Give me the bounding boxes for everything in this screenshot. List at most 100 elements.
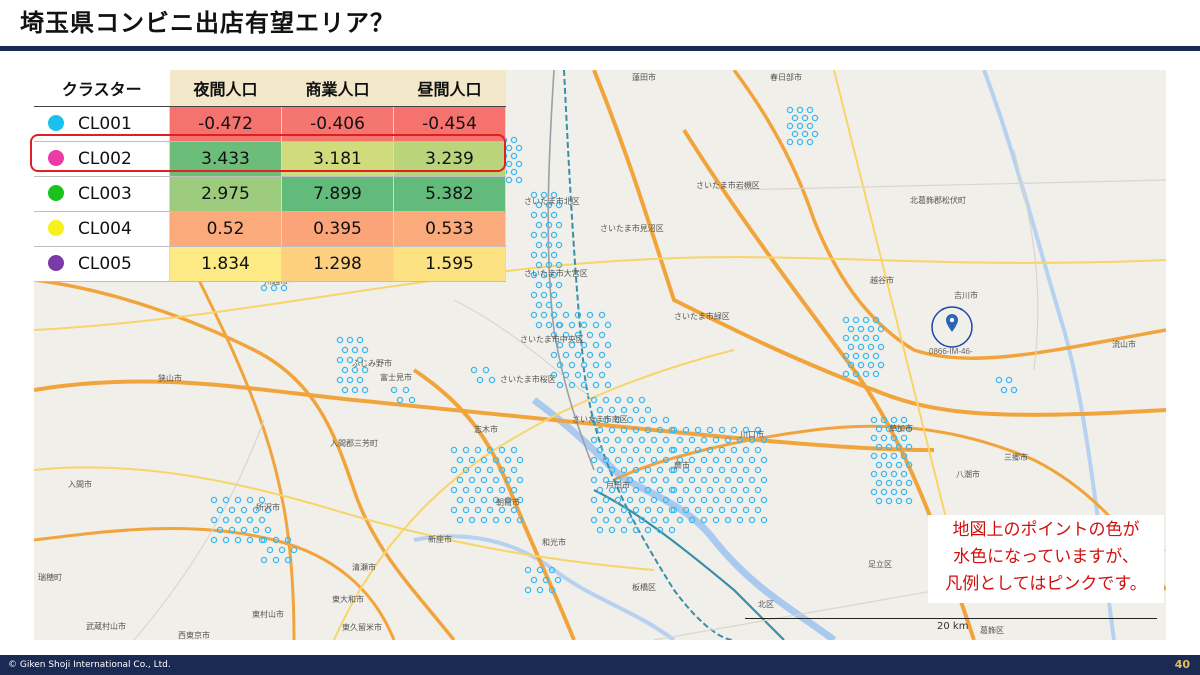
map-point[interactable]	[568, 321, 576, 329]
map-point[interactable]	[530, 251, 538, 259]
map-point[interactable]	[450, 486, 458, 494]
map-point[interactable]	[760, 516, 768, 524]
map-point[interactable]	[786, 138, 794, 146]
map-point[interactable]	[515, 144, 523, 152]
map-point[interactable]	[754, 446, 762, 454]
map-point[interactable]	[598, 351, 606, 359]
map-point[interactable]	[234, 536, 242, 544]
map-point[interactable]	[450, 446, 458, 454]
map-point[interactable]	[545, 281, 553, 289]
map-point[interactable]	[590, 516, 598, 524]
map-point[interactable]	[880, 452, 888, 460]
map-point[interactable]	[510, 506, 518, 514]
map-point[interactable]	[895, 497, 903, 505]
map-point[interactable]	[995, 376, 1003, 384]
map-point[interactable]	[270, 284, 278, 292]
map-point[interactable]	[662, 476, 670, 484]
map-point[interactable]	[402, 386, 410, 394]
map-point[interactable]	[540, 311, 548, 319]
map-point[interactable]	[632, 406, 640, 414]
map-point[interactable]	[694, 486, 702, 494]
map-point[interactable]	[524, 586, 532, 594]
map-point[interactable]	[488, 376, 496, 384]
map-point[interactable]	[530, 576, 538, 584]
map-point[interactable]	[336, 336, 344, 344]
map-point[interactable]	[662, 416, 670, 424]
map-point[interactable]	[712, 436, 720, 444]
map-point[interactable]	[877, 361, 885, 369]
map-point[interactable]	[638, 456, 646, 464]
map-point[interactable]	[905, 497, 913, 505]
map-point[interactable]	[590, 456, 598, 464]
map-point[interactable]	[574, 371, 582, 379]
map-point[interactable]	[656, 466, 664, 474]
map-point[interactable]	[554, 576, 562, 584]
map-point[interactable]	[604, 341, 612, 349]
map-point[interactable]	[336, 356, 344, 364]
map-point[interactable]	[505, 160, 513, 168]
map-point[interactable]	[604, 361, 612, 369]
map-point[interactable]	[540, 231, 548, 239]
map-point[interactable]	[580, 321, 588, 329]
map-point[interactable]	[650, 516, 658, 524]
map-point[interactable]	[900, 416, 908, 424]
map-point[interactable]	[602, 396, 610, 404]
map-point[interactable]	[341, 386, 349, 394]
map-point[interactable]	[694, 426, 702, 434]
map-point[interactable]	[867, 343, 875, 351]
map-point[interactable]	[885, 461, 893, 469]
map-point[interactable]	[890, 470, 898, 478]
map-point[interactable]	[801, 114, 809, 122]
map-point[interactable]	[602, 496, 610, 504]
map-point[interactable]	[550, 351, 558, 359]
map-point[interactable]	[456, 516, 464, 524]
map-point[interactable]	[504, 516, 512, 524]
map-point[interactable]	[872, 370, 880, 378]
map-point[interactable]	[890, 452, 898, 460]
map-point[interactable]	[510, 466, 518, 474]
map-point[interactable]	[620, 526, 628, 534]
map-point[interactable]	[760, 476, 768, 484]
map-point[interactable]	[736, 516, 744, 524]
map-point[interactable]	[530, 291, 538, 299]
map-point[interactable]	[656, 446, 664, 454]
map-point[interactable]	[877, 343, 885, 351]
map-point[interactable]	[608, 406, 616, 414]
map-point[interactable]	[535, 321, 543, 329]
map-point[interactable]	[862, 370, 870, 378]
map-point[interactable]	[602, 516, 610, 524]
map-point[interactable]	[796, 106, 804, 114]
map-point[interactable]	[540, 251, 548, 259]
map-point[interactable]	[880, 434, 888, 442]
map-point[interactable]	[336, 376, 344, 384]
map-point[interactable]	[688, 436, 696, 444]
map-point[interactable]	[796, 122, 804, 130]
map-point[interactable]	[718, 486, 726, 494]
map-point[interactable]	[210, 516, 218, 524]
map-point[interactable]	[638, 436, 646, 444]
map-point[interactable]	[555, 281, 563, 289]
map-point[interactable]	[748, 516, 756, 524]
map-point[interactable]	[748, 476, 756, 484]
map-point[interactable]	[626, 436, 634, 444]
map-point[interactable]	[408, 396, 416, 404]
map-point[interactable]	[712, 496, 720, 504]
map-point[interactable]	[742, 466, 750, 474]
map-point[interactable]	[676, 436, 684, 444]
map-point[interactable]	[614, 516, 622, 524]
map-point[interactable]	[867, 361, 875, 369]
map-point[interactable]	[562, 311, 570, 319]
map-point[interactable]	[852, 352, 860, 360]
map-point[interactable]	[592, 341, 600, 349]
map-point[interactable]	[510, 136, 518, 144]
map-point[interactable]	[492, 516, 500, 524]
map-point[interactable]	[540, 211, 548, 219]
map-point[interactable]	[596, 406, 604, 414]
map-point[interactable]	[486, 466, 494, 474]
map-point[interactable]	[264, 526, 272, 534]
map-point[interactable]	[650, 436, 658, 444]
map-point[interactable]	[596, 506, 604, 514]
map-point[interactable]	[536, 586, 544, 594]
map-point[interactable]	[592, 381, 600, 389]
map-point[interactable]	[644, 466, 652, 474]
